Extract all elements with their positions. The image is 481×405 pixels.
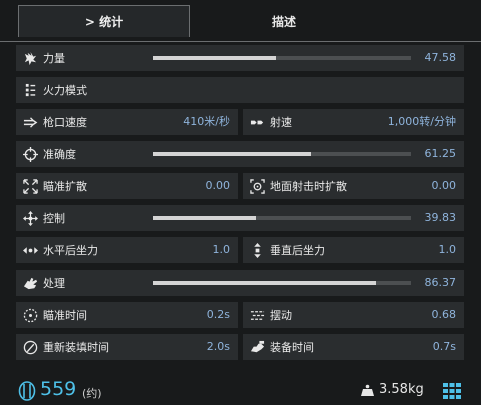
cost-approx-note: (约) — [82, 387, 102, 400]
stat-label: 控制 — [43, 212, 65, 225]
stat-row-control: 控制 39.83 — [16, 205, 464, 231]
stat-row-hip-spread: 地面射击时扩散 0.00 — [243, 173, 464, 199]
stat-label: 地面射击时扩散 — [270, 180, 347, 193]
stat-label: 枪口速度 — [43, 116, 87, 129]
weight-icon — [361, 384, 374, 396]
stat-label: 水平后坐力 — [43, 244, 98, 257]
stat-row-reload-time: 重新装填时间 2.0s — [16, 334, 238, 360]
arrow-right-icon — [18, 109, 42, 135]
tab-bar: > 统计 描述 — [0, 5, 481, 42]
equip-hand-icon — [245, 334, 269, 360]
stat-row-handling: 处理 86.37 — [16, 270, 464, 296]
stat-row-rate-of-fire: 射速 1,000转/分钟 — [243, 109, 464, 135]
tab-stats[interactable]: > 统计 — [18, 5, 190, 37]
stat-value: 2.0s — [206, 340, 230, 353]
bullets-icon — [245, 109, 269, 135]
stat-row-ads-spread: 瞄准扩散 0.00 — [16, 173, 238, 199]
spread-arrows-icon — [18, 173, 42, 199]
hip-target-icon — [245, 173, 269, 199]
dashed-circle-icon — [18, 302, 42, 328]
fist-burst-icon — [18, 45, 42, 71]
cost-icon — [18, 381, 36, 401]
stat-label: 准确度 — [43, 148, 76, 161]
stat-row-horizontal-recoil: 水平后坐力 1.0 — [16, 237, 238, 263]
stat-bar — [153, 281, 411, 285]
move-arrows-icon — [18, 205, 42, 231]
stat-bar — [153, 56, 411, 60]
stat-label: 处理 — [43, 277, 65, 290]
stat-label: 火力模式 — [43, 84, 87, 97]
fire-mode-icon — [18, 77, 42, 103]
stat-row-sway: 摆动 0.68 — [243, 302, 464, 328]
stat-value: 47.58 — [424, 51, 457, 64]
stat-value: 39.83 — [424, 211, 457, 224]
reload-icon — [18, 334, 42, 360]
stat-bar-fill — [153, 152, 312, 156]
horizontal-arrows-icon — [18, 237, 42, 263]
stat-value: 86.37 — [424, 276, 457, 289]
stat-label: 力量 — [43, 52, 65, 65]
crosshair-icon — [18, 141, 42, 167]
stat-row-ads-time: 瞄准时间 0.2s — [16, 302, 238, 328]
stat-value: 0.00 — [205, 179, 231, 192]
stat-value: 61.25 — [424, 147, 457, 160]
stat-label: 瞄准扩散 — [43, 180, 87, 193]
vertical-arrows-icon — [245, 237, 269, 263]
sway-lines-icon — [245, 302, 269, 328]
stat-label: 射速 — [270, 116, 292, 129]
stat-label: 摆动 — [270, 309, 292, 322]
stat-value: 410米/秒 — [183, 115, 230, 128]
stat-row-fire-mode: 火力模式 — [16, 77, 464, 103]
stat-row-accuracy: 准确度 61.25 — [16, 141, 464, 167]
stat-value: 0.00 — [431, 179, 457, 192]
stat-bar-fill — [153, 56, 276, 60]
stat-bar — [153, 152, 411, 156]
stat-row-equip-time: 装备时间 0.7s — [243, 334, 464, 360]
tab-divider — [0, 41, 481, 42]
hand-icon — [18, 270, 42, 296]
stat-value: 0.2s — [206, 308, 230, 321]
stat-label: 垂直后坐力 — [270, 244, 325, 257]
stat-value: 0.7s — [432, 340, 456, 353]
tab-description[interactable]: 描述 — [198, 5, 370, 37]
stat-value: 0.68 — [431, 308, 457, 321]
stat-row-vertical-recoil: 垂直后坐力 1.0 — [243, 237, 464, 263]
weight-value: 3.58kg — [379, 382, 424, 397]
footer: 559 (约) 3.58kg — [0, 375, 481, 405]
stat-value: 1,000转/分钟 — [387, 115, 456, 128]
stat-value: 1.0 — [212, 243, 231, 256]
stat-bar — [153, 216, 411, 220]
stat-label: 装备时间 — [270, 341, 314, 354]
grid-icon[interactable] — [443, 383, 461, 399]
stat-bar-fill — [153, 281, 376, 285]
stat-value: 1.0 — [438, 243, 457, 256]
stat-row-muzzle-velocity: 枪口速度 410米/秒 — [16, 109, 238, 135]
stat-bar-fill — [153, 216, 256, 220]
cost-value: 559 — [40, 378, 77, 400]
stat-label: 重新装填时间 — [43, 341, 109, 354]
stat-row-power: 力量 47.58 — [16, 45, 464, 71]
stat-label: 瞄准时间 — [43, 309, 87, 322]
